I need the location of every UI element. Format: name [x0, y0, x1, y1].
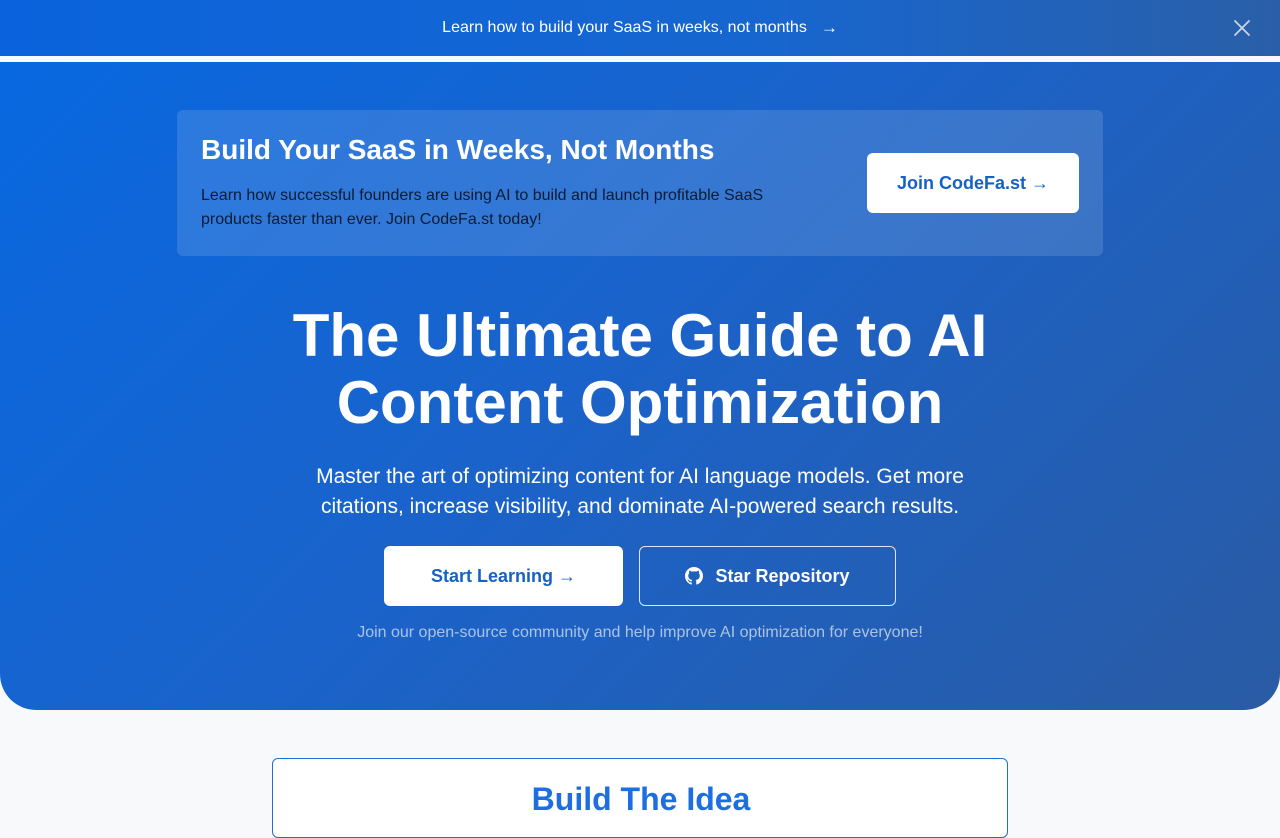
- join-codefast-button[interactable]: Join CodeFa.st →: [867, 153, 1079, 213]
- build-idea-card: Build The Idea: [272, 758, 1008, 838]
- announcement-text: Learn how to build your SaaS in weeks, n…: [442, 19, 807, 36]
- promo-description: Learn how successful founders are using …: [201, 187, 764, 228]
- star-repository-label: Star Repository: [715, 565, 850, 586]
- page-title: The Ultimate Guide to AI Content Optimiz…: [292, 302, 988, 436]
- community-note: Join our open-source community and help …: [357, 624, 923, 641]
- close-icon[interactable]: [1230, 16, 1254, 40]
- github-icon: [685, 567, 704, 585]
- hero-section: Build Your SaaS in Weeks, Not Months Lea…: [0, 62, 1280, 710]
- arrow-right-icon: →: [820, 18, 838, 37]
- announcement-link[interactable]: Learn how to build your SaaS in weeks, n…: [442, 18, 838, 38]
- promo-banner: Build Your SaaS in Weeks, Not Months Lea…: [177, 110, 1103, 256]
- start-learning-button[interactable]: Start Learning →: [384, 546, 623, 606]
- star-repository-button[interactable]: Star Repository: [639, 546, 896, 606]
- announcement-bar: Learn how to build your SaaS in weeks, n…: [0, 0, 1280, 56]
- hero-subtitle: Master the art of optimizing content for…: [316, 465, 964, 518]
- promo-title: Build Your SaaS in Weeks, Not Months: [201, 134, 715, 165]
